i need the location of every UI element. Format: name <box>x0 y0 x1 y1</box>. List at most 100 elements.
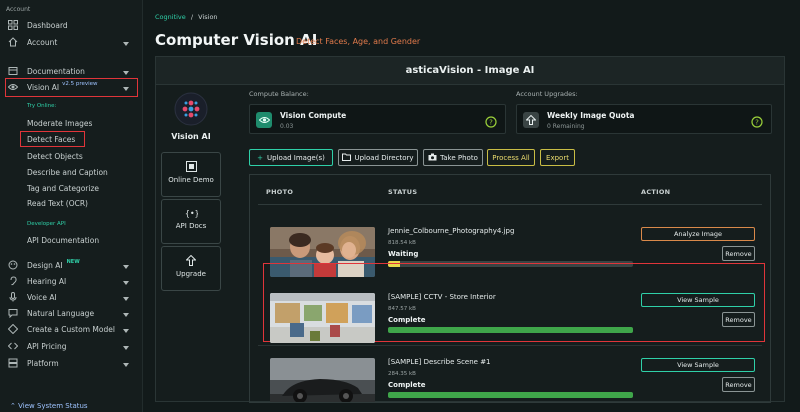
status-text: Waiting <box>388 250 419 258</box>
try-online-heading: Try Online: <box>27 103 57 109</box>
file-size: 818.54 kB <box>388 240 416 246</box>
sidebar-item-voice-ai[interactable]: Voice AI <box>8 290 136 304</box>
quota-value: 0 Remaining <box>547 123 585 130</box>
sidebar-item-label: Hearing AI <box>27 276 67 286</box>
file-size: 284.35 kB <box>388 371 416 377</box>
sidebar-item-label: Natural Language <box>27 308 95 318</box>
sidebar-subitem-tag-categorize[interactable]: Tag and Categorize <box>27 184 99 193</box>
developer-api-heading: Developer API <box>27 221 66 227</box>
sidebar-item-platform[interactable]: Platform <box>8 356 136 370</box>
nav-api-docs[interactable]: {•} API Docs <box>161 199 221 244</box>
sidebar-item-design-ai[interactable]: Design AI NEW <box>8 258 136 272</box>
view-system-status-label: View System Status <box>18 402 88 410</box>
compute-value: 0.03 <box>280 123 294 130</box>
folder-icon <box>342 153 352 163</box>
sidebar-item-label: Documentation <box>27 66 85 76</box>
status-text: Complete <box>388 316 426 324</box>
chevron-down-icon <box>123 39 129 48</box>
sidebar-subitem-api-documentation[interactable]: API Documentation <box>27 236 99 245</box>
sidebar-subitem-moderate-images[interactable]: Moderate Images <box>27 119 92 128</box>
chat-icon <box>8 308 18 318</box>
upload-images-label: Upload Image(s) <box>267 153 325 162</box>
process-all-button[interactable]: Process All <box>487 149 535 166</box>
document-icon <box>8 66 18 76</box>
plus-icon: + <box>257 153 264 162</box>
sidebar-item-api-pricing[interactable]: API Pricing <box>8 339 136 353</box>
upload-directory-button[interactable]: Upload Directory <box>338 149 418 166</box>
view-sample-button[interactable]: View Sample <box>641 293 755 307</box>
sidebar-item-natural-language[interactable]: Natural Language <box>8 306 136 320</box>
chevron-down-icon <box>123 278 129 287</box>
file-name: [SAMPLE] Describe Scene #1 <box>388 358 491 366</box>
sidebar-item-label: Platform <box>27 358 59 368</box>
sidebar-item-documentation[interactable]: Documentation <box>8 64 136 78</box>
progress-fill <box>388 327 633 333</box>
progress-fill <box>388 392 633 398</box>
chevron-down-icon <box>123 310 129 319</box>
chevron-down-icon <box>123 343 129 352</box>
eye-icon <box>256 112 272 128</box>
sidebar-item-custom-model[interactable]: Create a Custom Model <box>8 322 136 336</box>
svg-text:{•}: {•} <box>185 209 198 218</box>
sidebar-item-label: Voice AI <box>27 292 57 302</box>
api-icon: {•} <box>162 208 220 218</box>
column-header-status: STATUS <box>388 188 418 196</box>
remove-button[interactable]: Remove <box>722 377 755 392</box>
sidebar-item-label: Account <box>27 37 58 47</box>
quota-card: Weekly Image Quota 0 Remaining ? <box>516 104 772 134</box>
photo-thumbnail <box>270 358 375 402</box>
compute-card: Vision Compute 0.03 ? <box>249 104 506 134</box>
vision-ai-logo <box>174 92 208 130</box>
microphone-icon <box>8 292 18 302</box>
sidebar-subitem-describe-caption[interactable]: Describe and Caption <box>27 168 108 177</box>
view-system-status-link[interactable]: ⌃ View System Status <box>10 402 88 410</box>
new-badge: NEW <box>66 259 80 265</box>
nav-online-demo[interactable]: Online Demo <box>161 152 221 197</box>
sidebar-item-account[interactable]: Account <box>8 35 136 49</box>
view-sample-button[interactable]: View Sample <box>641 358 755 372</box>
sidebar-item-label: API Pricing <box>27 341 67 351</box>
ear-icon <box>8 276 18 286</box>
analyze-image-button[interactable]: Analyze Image <box>641 227 755 241</box>
nav-upgrade[interactable]: Upgrade <box>161 246 221 291</box>
svg-text:?: ? <box>755 119 759 127</box>
sidebar-subitem-read-text[interactable]: Read Text (OCR) <box>27 199 88 208</box>
breadcrumb-root[interactable]: Cognitive <box>155 13 186 21</box>
column-header-photo: PHOTO <box>266 188 294 196</box>
logo-label: Vision AI <box>171 132 211 141</box>
chevron-down-icon <box>123 68 129 77</box>
export-button[interactable]: Export <box>540 149 575 166</box>
chevron-down-icon <box>123 360 129 369</box>
sidebar-item-dashboard[interactable]: Dashboard <box>8 18 136 32</box>
column-header-action: ACTION <box>641 188 671 196</box>
compute-title: Vision Compute <box>280 111 347 120</box>
account-upgrades-label: Account Upgrades: <box>516 90 578 98</box>
take-photo-button[interactable]: Take Photo <box>423 149 483 166</box>
section-account-label: Account <box>6 6 31 13</box>
help-icon[interactable]: ? <box>751 113 763 132</box>
sidebar-item-hearing-ai[interactable]: Hearing AI <box>8 274 136 288</box>
sidebar: Account Dashboard Account Documentation … <box>0 0 143 412</box>
cube-icon <box>8 324 18 334</box>
vision-panel: asticaVision - Image AI Vision AI Online… <box>155 56 785 403</box>
quota-title: Weekly Image Quota <box>547 111 635 120</box>
camera-icon <box>428 153 437 163</box>
home-icon <box>8 37 18 47</box>
svg-text:?: ? <box>489 119 493 127</box>
grid-icon <box>162 161 220 172</box>
header-divider <box>258 204 762 205</box>
chevron-down-icon <box>123 326 129 335</box>
progress-bar <box>388 392 633 398</box>
remove-button[interactable]: Remove <box>722 312 755 327</box>
sidebar-item-label: Create a Custom Model <box>27 324 115 334</box>
nav-label: Online Demo <box>168 176 214 184</box>
chevron-up-icon: ⌃ <box>10 402 16 410</box>
help-icon[interactable]: ? <box>485 113 497 132</box>
code-icon <box>8 341 18 351</box>
remove-button[interactable]: Remove <box>722 246 755 261</box>
page-subtitle: Detect Faces, Age, and Gender <box>296 37 421 46</box>
take-photo-label: Take Photo <box>440 153 478 162</box>
sidebar-subitem-detect-objects[interactable]: Detect Objects <box>27 152 83 161</box>
compute-balance-label: Compute Balance: <box>249 90 309 98</box>
upload-images-button[interactable]: + Upload Image(s) <box>249 149 333 166</box>
